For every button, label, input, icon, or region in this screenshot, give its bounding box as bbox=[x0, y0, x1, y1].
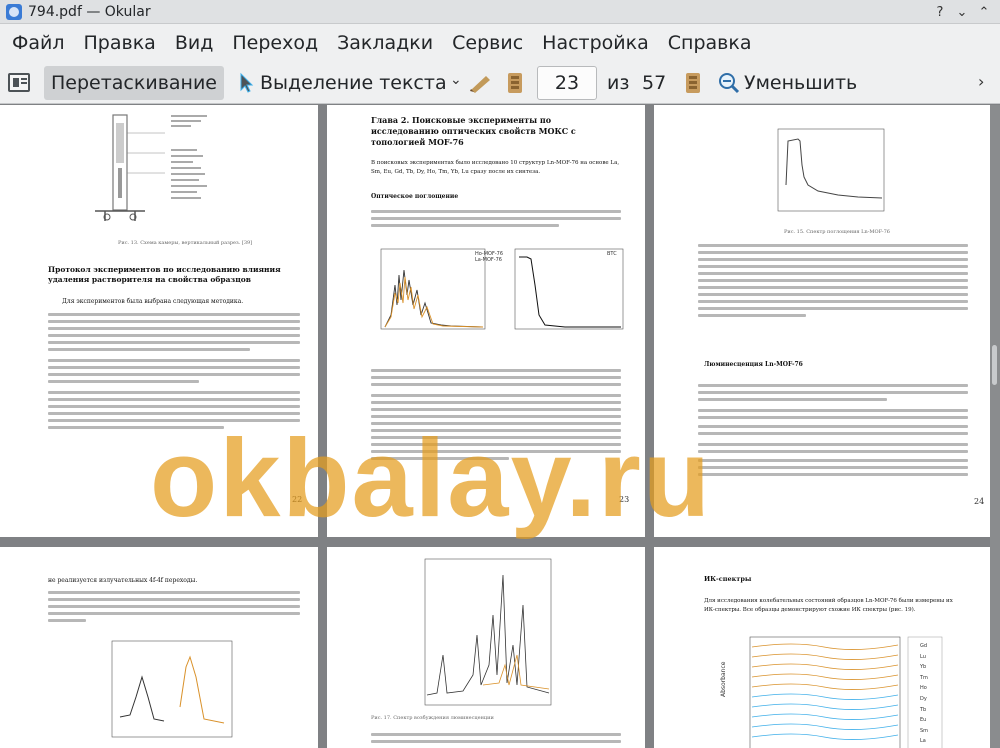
subheading: Оптическое поглощение bbox=[371, 193, 459, 200]
toolbar: Перетаскивание Выделение текста ⌄ из 57 … bbox=[0, 62, 1000, 104]
legend-lu: Lu bbox=[920, 653, 926, 660]
subheading: Люминесценция Ln-MOF-76 bbox=[704, 361, 803, 368]
page-number: 24 bbox=[974, 497, 985, 506]
absorption-spectrum-chart bbox=[777, 128, 885, 212]
sidebar-toggle-icon[interactable] bbox=[8, 73, 30, 92]
chevron-right-icon[interactable]: › bbox=[978, 72, 984, 91]
annotation-pen-icon[interactable] bbox=[468, 72, 494, 94]
zoom-out-icon bbox=[719, 73, 740, 94]
legend-la: La-MOF-76 bbox=[475, 257, 502, 263]
text-selection-label: Выделение текста bbox=[260, 72, 447, 94]
body-text-block bbox=[48, 587, 300, 626]
menu-settings[interactable]: Настройка bbox=[534, 32, 657, 54]
chapter-heading: Глава 2. Поисковые эксперименты по иссле… bbox=[371, 115, 576, 147]
page-number: 23 bbox=[619, 495, 630, 504]
legend-dy: Dy bbox=[920, 695, 927, 702]
vertical-scrollbar[interactable] bbox=[990, 105, 1000, 748]
text-selection-button[interactable]: Выделение текста bbox=[238, 66, 447, 100]
body-text-block bbox=[371, 729, 621, 747]
chevron-down-icon[interactable]: ⌄ bbox=[450, 72, 462, 88]
paragraph-intro: Для экспериментов была выбрана следующая… bbox=[62, 298, 244, 305]
page-number: 22 bbox=[292, 495, 303, 504]
browse-mode-label: Перетаскивание bbox=[50, 72, 217, 94]
legend-tb: Tb bbox=[920, 706, 927, 713]
figure-caption: Рис. 17. Спектр возбуждения люминесценци… bbox=[371, 715, 494, 721]
menu-bookmarks[interactable]: Закладки bbox=[329, 32, 441, 54]
page-22: Рис. 13. Схема камеры, вертикальный разр… bbox=[0, 105, 318, 537]
paragraph-intro: Для исследования колебательных состояний… bbox=[704, 598, 953, 613]
paragraph-intro: В поисковых экспериментах было исследова… bbox=[371, 160, 620, 175]
excitation-chart bbox=[424, 558, 552, 706]
page-of-label: из bbox=[607, 72, 630, 94]
body-text-block bbox=[698, 240, 968, 321]
legend-sm: Sm bbox=[920, 727, 929, 734]
help-icon[interactable]: ? bbox=[930, 2, 950, 22]
body-text-block-2 bbox=[371, 365, 621, 464]
menu-help[interactable]: Справка bbox=[660, 32, 760, 54]
page-25: не реализуется излучательных 4f-4f перех… bbox=[0, 547, 318, 748]
body-text-block bbox=[371, 206, 621, 231]
absorption-chart-btc bbox=[514, 248, 624, 330]
page-number-input[interactable] bbox=[537, 66, 597, 100]
menu-view[interactable]: Вид bbox=[167, 32, 222, 54]
browse-mode-button[interactable]: Перетаскивание bbox=[44, 66, 224, 100]
menubar: Файл Правка Вид Переход Закладки Сервис … bbox=[0, 24, 1000, 62]
zoom-out-button[interactable]: Уменьшить bbox=[718, 66, 857, 100]
minimize-icon[interactable]: ⌄ bbox=[952, 2, 972, 22]
legend-ho: Ho bbox=[920, 685, 927, 692]
paragraph-start: не реализуется излучательных 4f-4f перех… bbox=[48, 577, 198, 584]
subheading: ИК-спектры bbox=[704, 575, 752, 583]
absorption-chart-left bbox=[380, 248, 486, 330]
title-bar: 794.pdf — Okular ? ⌄ ⌃ bbox=[0, 0, 1000, 24]
menu-tools[interactable]: Сервис bbox=[444, 32, 531, 54]
ir-legend: Gd Lu Yb Tm Ho Dy Tb Eu Sm La bbox=[920, 641, 948, 747]
menu-go[interactable]: Переход bbox=[224, 32, 326, 54]
menu-file[interactable]: Файл bbox=[4, 32, 73, 54]
scrollbar-thumb[interactable] bbox=[992, 345, 997, 385]
body-text-block-2 bbox=[698, 380, 968, 480]
legend-gd: Gd bbox=[920, 643, 928, 649]
legend-eu: Eu bbox=[920, 717, 927, 724]
window-title: 794.pdf — Okular bbox=[28, 3, 151, 20]
figure-caption: Рис. 13. Схема камеры, вертикальный разр… bbox=[118, 240, 253, 246]
zoom-out-label: Уменьшить bbox=[744, 72, 858, 94]
page-up-icon[interactable] bbox=[505, 71, 525, 95]
section-heading: Протокол экспериментов по исследованию в… bbox=[48, 265, 281, 284]
page-26: Рис. 17. Спектр возбуждения люминесценци… bbox=[327, 547, 645, 748]
ir-ylabel: Absorbance bbox=[720, 661, 727, 697]
page-24: Рис. 15. Спектр поглощения Ln-MOF-76 Люм… bbox=[654, 105, 990, 537]
page-down-icon[interactable] bbox=[683, 71, 703, 95]
legend-la: La bbox=[920, 738, 926, 745]
chamber-diagram bbox=[95, 114, 207, 221]
legend-yb: Yb bbox=[920, 664, 927, 671]
cursor-arrow-icon bbox=[240, 72, 254, 93]
legend-btc: BTC bbox=[607, 251, 617, 257]
page-23: Глава 2. Поисковые эксперименты по иссле… bbox=[327, 105, 645, 537]
page-27: ИК-спектры Для исследования колебательны… bbox=[654, 547, 990, 748]
okular-app-icon bbox=[6, 3, 22, 20]
total-pages: 57 bbox=[642, 72, 667, 94]
luminescence-chart bbox=[111, 640, 233, 738]
body-text-block bbox=[48, 309, 300, 433]
maximize-icon[interactable]: ⌃ bbox=[974, 2, 994, 22]
figure-caption: Рис. 15. Спектр поглощения Ln-MOF-76 bbox=[784, 229, 890, 235]
menu-edit[interactable]: Правка bbox=[76, 32, 164, 54]
document-viewport[interactable]: Рис. 13. Схема камеры, вертикальный разр… bbox=[0, 105, 1000, 748]
legend-tm: Tm bbox=[920, 674, 928, 681]
